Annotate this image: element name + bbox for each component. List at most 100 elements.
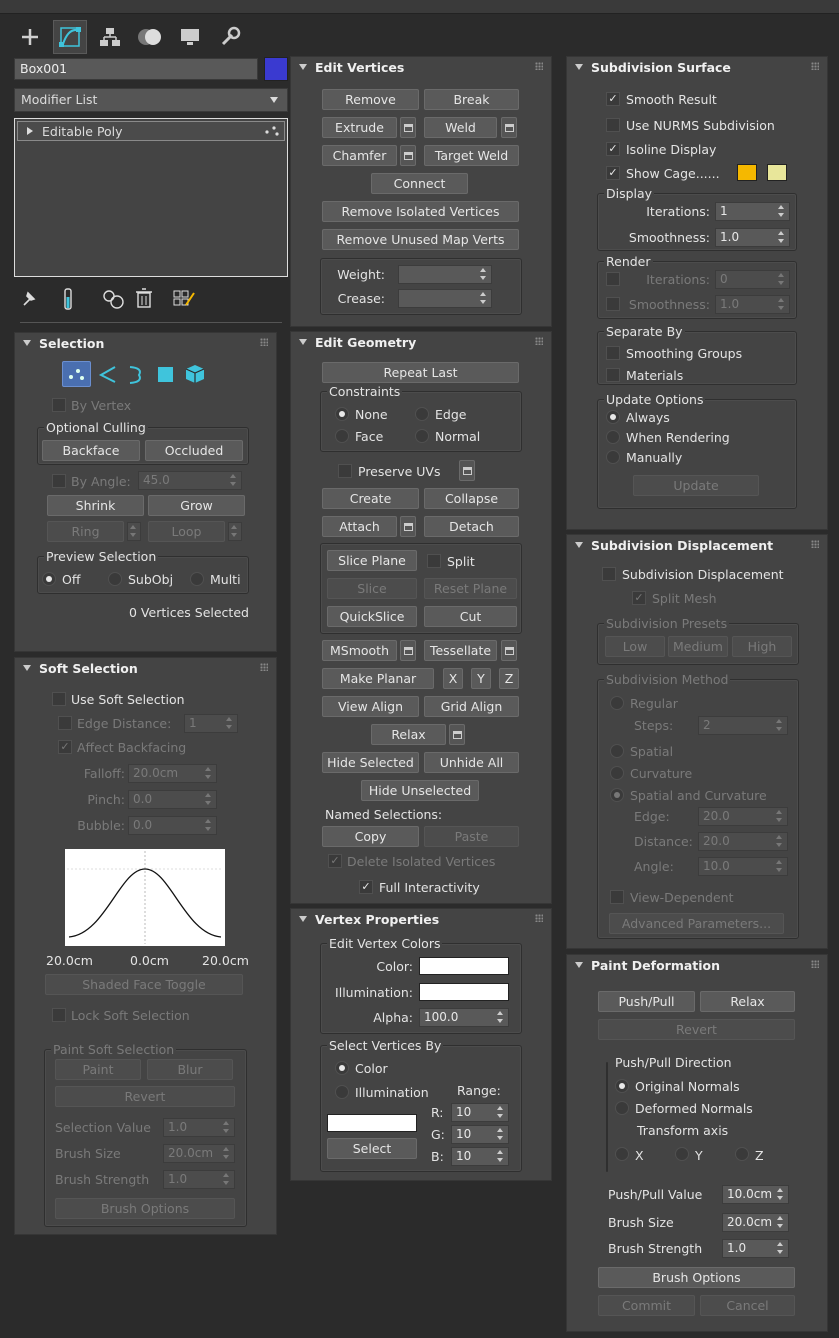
planar-y-button[interactable]: Y <box>471 668 491 689</box>
grip-icon[interactable] <box>260 338 268 346</box>
preview-subobj-radio[interactable] <box>108 572 122 586</box>
grip-icon[interactable] <box>811 540 819 548</box>
shrink-button[interactable]: Shrink <box>47 495 144 516</box>
tessellate-settings-button[interactable] <box>501 640 517 661</box>
reset-plane-button[interactable]: Reset Plane <box>424 578 517 599</box>
target-weld-button[interactable]: Target Weld <box>424 145 519 166</box>
shaded-face-toggle-button[interactable]: Shaded Face Toggle <box>45 974 243 995</box>
weld-button[interactable]: Weld <box>424 117 497 138</box>
grid-align-button[interactable]: Grid Align <box>424 696 519 717</box>
range-g-spinner[interactable]: 10 <box>451 1125 509 1144</box>
materials-checkbox[interactable] <box>606 368 620 382</box>
preset-low-button[interactable]: Low <box>605 636 665 657</box>
spinner-arrows-icon[interactable] <box>497 1149 505 1164</box>
show-cage-checkbox[interactable]: ✓ <box>606 166 620 180</box>
split-checkbox[interactable] <box>427 554 441 568</box>
spinner-arrows-icon[interactable] <box>776 859 784 874</box>
border-subobject-icon[interactable] <box>125 364 147 386</box>
cage-color-2-swatch[interactable] <box>767 164 787 181</box>
render-iterations-spinner[interactable]: 0 <box>715 270 790 289</box>
spinner-arrows-icon[interactable] <box>777 1241 785 1256</box>
alpha-spinner[interactable]: 100.0 <box>419 1008 509 1027</box>
bubble-spinner[interactable]: 0.0 <box>128 816 217 835</box>
view-dependent-checkbox[interactable] <box>610 890 624 904</box>
relax-button[interactable]: Relax <box>371 724 446 745</box>
detach-button[interactable]: Detach <box>424 516 519 537</box>
subdivision-surface-header[interactable]: Subdivision Surface <box>575 60 731 75</box>
spinner-arrows-icon[interactable] <box>778 297 786 312</box>
spinner-arrows-icon[interactable] <box>778 272 786 287</box>
update-button[interactable]: Update <box>633 475 759 496</box>
spinner-arrows-icon[interactable] <box>223 1120 231 1135</box>
extrude-settings-button[interactable] <box>400 117 416 138</box>
edit-geometry-header[interactable]: Edit Geometry <box>299 335 416 350</box>
select-color-swatch[interactable] <box>327 1114 417 1132</box>
cancel-button[interactable]: Cancel <box>700 1295 795 1316</box>
spinner-arrows-icon[interactable] <box>776 718 784 733</box>
angle-spinner[interactable]: 45.0 <box>138 471 242 490</box>
attach-button[interactable]: Attach <box>322 516 397 537</box>
delete-isolated-checkbox[interactable]: ✓ <box>328 854 342 868</box>
ring-spinner[interactable] <box>127 522 141 541</box>
by-angle-checkbox[interactable] <box>52 474 66 488</box>
spinner-arrows-icon[interactable] <box>776 834 784 849</box>
vertex-color-swatch[interactable] <box>419 957 509 975</box>
smoothing-groups-checkbox[interactable] <box>606 346 620 360</box>
edge-distance-spinner[interactable]: 1 <box>184 714 238 733</box>
steps-spinner[interactable]: 2 <box>698 716 788 735</box>
spinner-arrows-icon[interactable] <box>777 1187 785 1202</box>
spinner-arrows-icon[interactable] <box>205 766 213 781</box>
constraint-face-radio[interactable] <box>335 429 349 443</box>
select-by-color-radio[interactable] <box>335 1061 349 1075</box>
modify-tab[interactable] <box>53 20 87 54</box>
spinner-arrows-icon[interactable] <box>223 1172 231 1187</box>
spinner-arrows-icon[interactable] <box>776 809 784 824</box>
hide-unselected-button[interactable]: Hide Unselected <box>361 780 479 801</box>
show-end-result-icon[interactable] <box>62 287 74 311</box>
spinner-arrows-icon[interactable] <box>778 230 786 245</box>
grip-icon[interactable] <box>535 914 543 922</box>
copy-button[interactable]: Copy <box>322 826 419 847</box>
spinner-arrows-icon[interactable] <box>480 267 488 282</box>
angle-disp-spinner[interactable]: 10.0 <box>698 857 788 876</box>
weight-spinner[interactable] <box>398 265 492 284</box>
spinner-arrows-icon[interactable] <box>777 1215 785 1230</box>
chamfer-button[interactable]: Chamfer <box>322 145 397 166</box>
affect-backfacing-checkbox[interactable]: ✓ <box>58 740 72 754</box>
preview-multi-radio[interactable] <box>190 572 204 586</box>
preview-off-radio[interactable] <box>42 572 56 586</box>
spinner-arrows-icon[interactable] <box>497 1010 505 1025</box>
paint-relax-button[interactable]: Relax <box>700 991 795 1012</box>
preserve-uvs-checkbox[interactable] <box>338 464 352 478</box>
quickslice-button[interactable]: QuickSlice <box>327 606 417 627</box>
collapse-button[interactable]: Collapse <box>424 488 519 509</box>
method-curvature-radio[interactable] <box>610 766 624 780</box>
select-button[interactable]: Select <box>327 1138 417 1159</box>
remove-isolated-vertices-button[interactable]: Remove Isolated Vertices <box>322 201 519 222</box>
by-vertex-checkbox[interactable] <box>52 398 66 412</box>
unhide-all-button[interactable]: Unhide All <box>424 752 519 773</box>
hide-selected-button[interactable]: Hide Selected <box>322 752 419 773</box>
modifier-list-dropdown[interactable]: Modifier List <box>14 88 288 112</box>
display-tab[interactable] <box>173 20 207 54</box>
paint-revert-button[interactable]: Revert <box>598 1019 795 1040</box>
object-name-field[interactable]: Box001 <box>14 58 258 80</box>
subdivision-displacement-checkbox[interactable] <box>602 567 616 581</box>
backface-button[interactable]: Backface <box>42 440 140 461</box>
method-regular-radio[interactable] <box>610 696 624 710</box>
selection-header[interactable]: Selection <box>23 336 104 351</box>
element-subobject-icon[interactable] <box>184 363 206 385</box>
paste-button[interactable]: Paste <box>424 826 519 847</box>
preset-high-button[interactable]: High <box>732 636 792 657</box>
range-b-spinner[interactable]: 10 <box>451 1147 509 1166</box>
selection-value-spinner[interactable]: 1.0 <box>163 1118 235 1137</box>
motion-tab[interactable] <box>133 20 167 54</box>
spinner-arrows-icon[interactable] <box>130 524 138 539</box>
full-interactivity-checkbox[interactable]: ✓ <box>359 880 373 894</box>
brush-size-spinner[interactable]: 20.0cm <box>163 1144 235 1163</box>
axis-z-radio[interactable] <box>735 1147 749 1161</box>
grip-icon[interactable] <box>811 960 819 968</box>
blur-button[interactable]: Blur <box>147 1059 233 1080</box>
select-by-illumination-radio[interactable] <box>335 1085 349 1099</box>
edit-vertices-header[interactable]: Edit Vertices <box>299 60 404 75</box>
